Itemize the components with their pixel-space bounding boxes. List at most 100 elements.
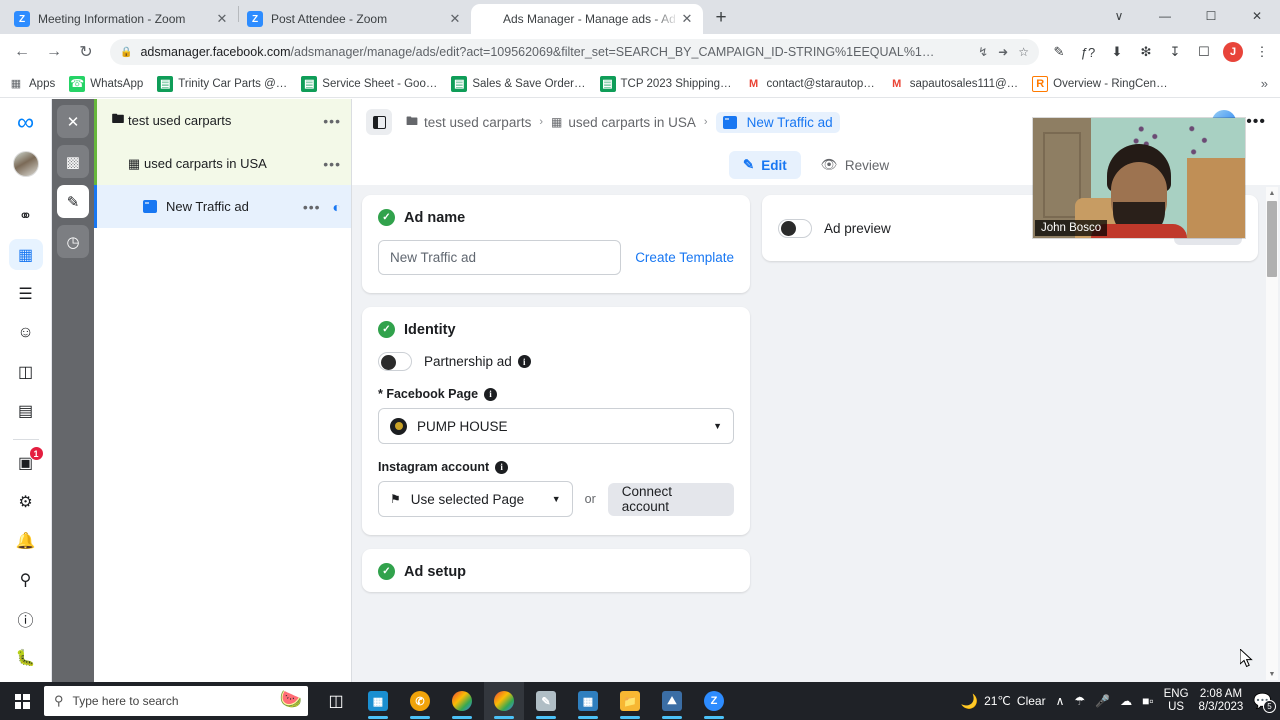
bookmark-service-sheet[interactable]: ▤ Service Sheet - Goo… (301, 75, 437, 92)
settings-gear-icon[interactable]: ⚙ (9, 487, 43, 518)
task-view-icon[interactable]: ◫ (316, 682, 356, 720)
more-options-icon[interactable]: ••• (1246, 113, 1266, 131)
structure-row-campaign[interactable]: 🖿 test used carparts ••• (94, 99, 351, 142)
wifi-icon[interactable]: ☂ (1074, 694, 1085, 708)
onedrive-icon[interactable]: ☁ (1120, 694, 1132, 708)
billing-icon[interactable]: ◫ (9, 356, 43, 387)
scrollbar-thumb[interactable] (1267, 201, 1277, 277)
info-icon[interactable]: i (484, 387, 498, 401)
bookmark-sapautosales111[interactable]: M sapautosales111@… (889, 76, 1018, 92)
language-indicator[interactable]: ENG US (1164, 688, 1189, 714)
campaign-more-icon[interactable]: ••• (323, 113, 341, 129)
close-editor-button[interactable]: ✕ (57, 105, 89, 138)
bookmarks-overflow-icon[interactable]: » (1261, 76, 1272, 91)
library-icon[interactable]: ☰ (9, 278, 43, 309)
structure-row-adset[interactable]: ▦ used carparts in USA ••• (94, 142, 351, 185)
meta-logo[interactable]: ∞ (9, 107, 43, 138)
facebook-page-select[interactable]: PUMP HOUSE ▼ (378, 408, 734, 444)
weather-widget[interactable]: 🌙 21℃ Clear (961, 693, 1046, 710)
notification-center-icon[interactable]: 💬 5 (1253, 692, 1276, 713)
edit-pencil-button[interactable]: ✎ (57, 185, 89, 218)
browser-tab-2[interactable]: Z Post Attendee - Zoom ✕ (239, 4, 471, 34)
tab-review[interactable]: 👁 Review (807, 151, 903, 179)
browser-tab-3-active[interactable]: ∞ Ads Manager - Manage ads - Ad ✕ (471, 4, 703, 34)
connect-account-button[interactable]: Connect account (607, 482, 734, 516)
photos-icon[interactable]: ⛰ (652, 682, 692, 720)
sidepanel-icon[interactable]: ☐ (1194, 42, 1214, 62)
chrome-active-icon[interactable] (484, 682, 524, 720)
download-extension-icon[interactable]: ⬇ (1107, 42, 1127, 62)
ad-name-input[interactable]: New Traffic ad (378, 240, 622, 275)
chrome-menu-icon[interactable]: ⋮ (1252, 42, 1272, 62)
store-icon[interactable]: ▦ (358, 682, 398, 720)
tab-edit[interactable]: ✎ Edit (728, 151, 801, 179)
bookmark-trinity-car-parts[interactable]: ▤ Trinity Car Parts @… (157, 75, 287, 92)
clock[interactable]: 2:08 AM 8/3/2023 (1199, 688, 1244, 714)
microphone-icon[interactable]: 🎤 (1095, 694, 1110, 708)
battery-icon[interactable]: ■▫ (1142, 694, 1154, 708)
breadcrumb-item-campaign[interactable]: 🖿 test used carparts (406, 112, 531, 133)
ad-more-icon[interactable]: ••• (303, 199, 321, 215)
bookmark-whatsapp[interactable]: ☎ WhatsApp (69, 75, 143, 92)
show-hidden-icons[interactable]: ∧ (1056, 694, 1065, 708)
share-icon[interactable]: ➜ (998, 45, 1008, 59)
downloads-icon[interactable]: ↧ (1165, 42, 1185, 62)
account-photo[interactable] (9, 148, 43, 179)
close-icon[interactable]: ✕ (214, 11, 230, 27)
bug-report-icon[interactable]: 🐛 (9, 643, 43, 674)
notepad-icon[interactable]: ✎ (526, 682, 566, 720)
puzzle-extensions-icon[interactable]: ❇ (1136, 42, 1156, 62)
info-icon[interactable]: i (517, 355, 531, 368)
file-explorer-icon[interactable]: 📁 (610, 682, 650, 720)
restore-down-icon[interactable]: ∨ (1096, 0, 1142, 32)
close-icon[interactable]: ✕ (679, 11, 695, 27)
bookmark-tcp-2023-shipping[interactable]: ▤ TCP 2023 Shipping… (599, 75, 732, 92)
instagram-account-select[interactable]: ⚑ Use selected Page ▼ (378, 481, 573, 517)
maximize-icon[interactable]: ☐ (1188, 0, 1234, 32)
new-tab-button[interactable]: + (707, 4, 735, 32)
partnership-ad-toggle[interactable] (378, 352, 412, 371)
close-icon[interactable]: ✕ (447, 11, 463, 27)
breadcrumb-item-adset[interactable]: ▦ used carparts in USA (551, 115, 696, 130)
charts-button[interactable]: ▩ (57, 145, 89, 178)
adset-more-icon[interactable]: ••• (323, 156, 341, 172)
start-button[interactable] (0, 682, 44, 720)
zoom-video-overlay[interactable]: John Bosco (1033, 118, 1245, 238)
close-window-icon[interactable]: ✕ (1234, 0, 1280, 32)
performance-icon[interactable]: ⚭ (9, 200, 43, 231)
breadcrumb-item-ad[interactable]: New Traffic ad (715, 111, 840, 133)
table-view-icon[interactable]: ▦ (8, 239, 43, 271)
bookmark-star-icon[interactable]: ☆ (1018, 45, 1029, 59)
install-app-icon[interactable]: ↯ (978, 45, 988, 59)
bookmark-sales-save-order[interactable]: ▤ Sales & Save Order… (451, 75, 586, 92)
bookmark-contact-starautop[interactable]: M contact@starautop… (746, 76, 875, 92)
notifications-bell-icon[interactable]: 🔔 (9, 526, 43, 557)
news-icon[interactable]: ▣ 1 (9, 446, 44, 478)
reload-icon[interactable]: ↻ (72, 38, 100, 66)
contrast-toggle-icon[interactable]: ◐ (333, 199, 341, 215)
font-extension-icon[interactable]: ƒ? (1078, 42, 1098, 62)
scroll-down-icon[interactable]: ▼ (1266, 668, 1278, 680)
create-template-link[interactable]: Create Template (635, 250, 734, 265)
ad-preview-toggle[interactable] (778, 218, 812, 238)
bookmark-overview-ringcentral[interactable]: R Overview - RingCen… (1032, 75, 1168, 92)
calculator-icon[interactable]: ▦ (568, 682, 608, 720)
browser-tab-1[interactable]: Z Meeting Information - Zoom ✕ (6, 4, 238, 34)
structure-row-ad-selected[interactable]: New Traffic ad ••• ◐ (94, 185, 351, 228)
forward-icon[interactable]: → (40, 38, 68, 66)
pen-extension-icon[interactable]: ✎ (1049, 42, 1069, 62)
search-icon[interactable]: ⚲ (9, 565, 43, 596)
vertical-scrollbar[interactable]: ▲ ▼ (1266, 187, 1278, 680)
form-scroll-area[interactable]: ✓ Ad name New Traffic ad Create Template (352, 185, 1280, 682)
taskbar-search-box[interactable]: ⚲ Type here to search 🍉 (44, 686, 308, 716)
audiences-icon[interactable]: ☺ (9, 317, 43, 348)
profile-avatar[interactable]: J (1223, 42, 1243, 62)
bookmark-apps[interactable]: ▦ Apps (8, 76, 55, 92)
panel-toggle-icon[interactable] (366, 109, 392, 135)
zoom-icon[interactable]: Z (694, 682, 734, 720)
help-icon[interactable]: ⓘ (9, 604, 43, 635)
scroll-up-icon[interactable]: ▲ (1266, 187, 1278, 199)
history-clock-button[interactable]: ◷ (57, 225, 89, 258)
address-bar[interactable]: 🔒 adsmanager.facebook.com/adsmanager/man… (110, 39, 1039, 65)
phone-link-icon[interactable]: ✆ (400, 682, 440, 720)
